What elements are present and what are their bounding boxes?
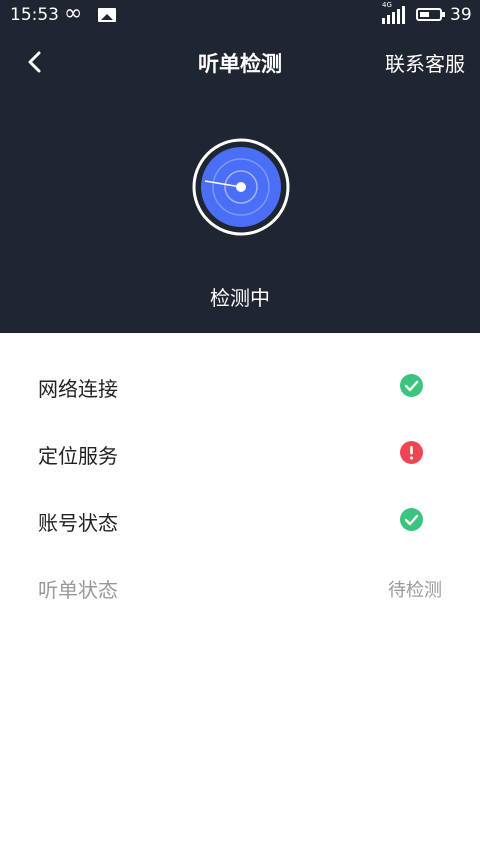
battery-level: 39 [450,5,472,25]
battery-icon [416,8,445,21]
check-row-account: 账号状态 [0,467,480,535]
detection-header-panel: 15:53 ∞ 4G 39 听单检测 联系客服 检测中 [0,0,480,333]
check-label: 网络连接 [38,377,118,401]
check-label: 账号状态 [38,511,118,535]
network-tag: 4G [382,1,392,9]
signal-icon: 4G [382,1,408,24]
check-label: 定位服务 [38,444,118,468]
check-row-listening: 听单状态 待检测 [0,534,480,602]
check-label: 听单状态 [38,578,118,602]
check-value: 待检测 [388,580,442,601]
check-circle-icon [400,508,423,531]
status-time: 15:53 [10,5,59,25]
exclamation-circle-icon [400,441,423,464]
detection-status: 检测中 [210,286,270,310]
check-row-network: 网络连接 [0,333,480,401]
check-circle-icon [400,374,423,397]
status-bar: 15:53 ∞ 4G 39 [0,0,480,30]
nav-bar: 听单检测 联系客服 [0,40,480,84]
image-notification-icon [98,8,116,22]
infinity-icon: ∞ [64,1,83,26]
check-row-location: 定位服务 [0,400,480,468]
radar-icon [191,137,291,237]
contact-support-button[interactable]: 联系客服 [385,48,465,77]
